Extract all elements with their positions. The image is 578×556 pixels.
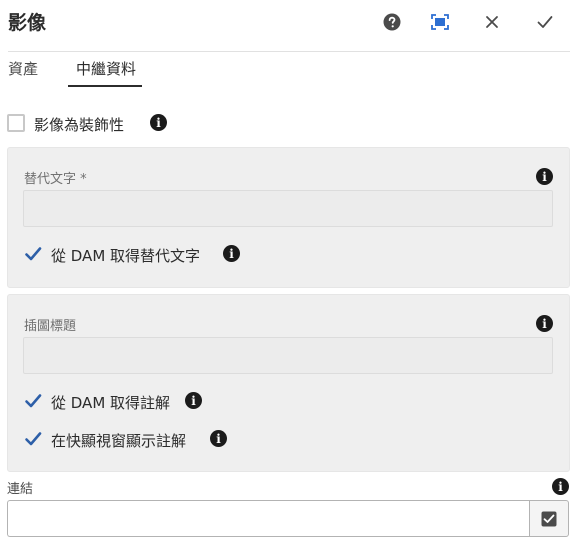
alt-text-panel: 替代文字 * i 從 DAM 取得替代文字 i [7,147,570,288]
caption-popup-info-icon[interactable]: i [210,430,227,447]
dialog-title: 影像 [8,12,47,34]
decorative-info-icon[interactable]: i [150,114,167,131]
caption-from-dam-info-icon[interactable]: i [185,392,202,409]
tab-metadata[interactable]: 中繼資料 [76,58,136,79]
checkbox-icon [541,511,557,526]
fullscreen-icon [431,14,449,30]
checkmark-icon [25,394,42,408]
decorative-label: 影像為裝飾性 [34,116,125,134]
help-icon [383,13,401,31]
caption-popup-checkbox[interactable] [24,430,42,448]
link-label: 連結 [7,482,34,497]
link-info-icon[interactable]: i [552,478,569,495]
caption-panel: 插圖標題 i 從 DAM 取得註解 i 在快顯視窗顯示註解 i [7,294,570,472]
link-input[interactable] [7,500,530,537]
decorative-checkbox[interactable] [7,114,25,132]
caption-from-dam-label: 從 DAM 取得註解 [51,394,171,412]
alt-text-info-icon[interactable]: i [536,168,553,185]
checkmark-icon [537,16,553,28]
cancel-button[interactable] [480,10,504,34]
caption-label: 插圖標題 [24,319,77,334]
caption-input[interactable] [23,337,553,374]
close-icon [486,16,498,28]
help-button[interactable] [380,10,404,34]
caption-from-dam-checkbox[interactable] [24,392,42,410]
done-button[interactable] [533,10,557,34]
alt-text-label: 替代文字 * [24,172,87,187]
alt-from-dam-info-icon[interactable]: i [223,245,240,262]
active-tab-indicator [68,85,142,87]
link-picker-button[interactable] [529,500,569,537]
fullscreen-button[interactable] [428,10,452,34]
checkmark-icon [25,247,42,261]
header-divider [8,51,570,52]
alt-from-dam-checkbox[interactable] [24,245,42,263]
tab-assets[interactable]: 資產 [8,58,38,79]
alt-text-input[interactable] [23,190,553,227]
caption-popup-label: 在快顯視窗顯示註解 [51,432,187,450]
dialog-header: 影像 [0,0,578,44]
checkmark-icon [25,432,42,446]
alt-from-dam-label: 從 DAM 取得替代文字 [51,247,201,265]
caption-info-icon[interactable]: i [536,315,553,332]
